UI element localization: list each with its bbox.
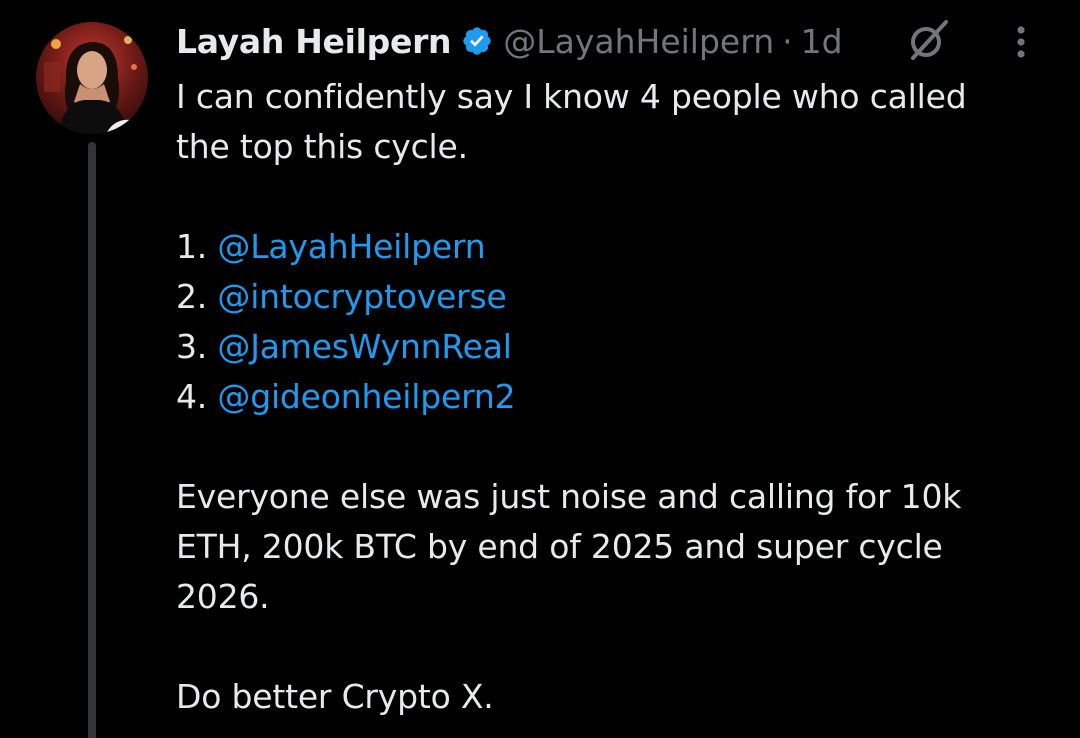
list-item: 1. @LayahHeilpern	[176, 222, 1056, 272]
list-number: 4.	[176, 377, 208, 416]
tweet-text-line: the top this cycle.	[176, 127, 468, 166]
list-item: 2. @intocryptoverse	[176, 272, 1056, 322]
thread-line	[88, 142, 96, 738]
mention-link[interactable]: @intocryptoverse	[217, 277, 506, 316]
mention-link[interactable]: @LayahHeilpern	[217, 227, 485, 266]
tweet-text-line: Everyone else was just noise and calling…	[176, 477, 962, 516]
tweet-text-line: 2026.	[176, 577, 270, 616]
mention-link[interactable]: @gideonheilpern2	[217, 377, 515, 416]
tweet-body: I can confidently say I know 4 people wh…	[176, 72, 1056, 722]
avatar[interactable]	[36, 22, 148, 134]
list-number: 3.	[176, 327, 208, 366]
tweet-text-line: I can confidently say I know 4 people wh…	[176, 77, 967, 116]
mention-link[interactable]: @JamesWynnReal	[217, 327, 512, 366]
tweet-text-line: Do better Crypto X.	[176, 677, 494, 716]
author-handle[interactable]: @LayahHeilpern	[503, 22, 774, 61]
timestamp[interactable]: 1d	[801, 22, 843, 61]
list-item: 3. @JamesWynnReal	[176, 322, 1056, 372]
list-item: 4. @gideonheilpern2	[176, 372, 1056, 422]
tweet-header: Layah Heilpern @LayahHeilpern · 1d	[176, 18, 843, 64]
more-vertical-icon[interactable]	[1006, 22, 1036, 62]
list-number: 1.	[176, 227, 208, 266]
tweet: Layah Heilpern @LayahHeilpern · 1d I can…	[0, 0, 1080, 738]
verified-badge-icon[interactable]	[461, 25, 493, 57]
list-number: 2.	[176, 277, 208, 316]
separator-dot: ·	[782, 21, 793, 61]
grok-icon[interactable]	[904, 16, 952, 64]
author-name[interactable]: Layah Heilpern	[176, 22, 452, 61]
tweet-text-line: ETH, 200k BTC by end of 2025 and super c…	[176, 527, 943, 566]
